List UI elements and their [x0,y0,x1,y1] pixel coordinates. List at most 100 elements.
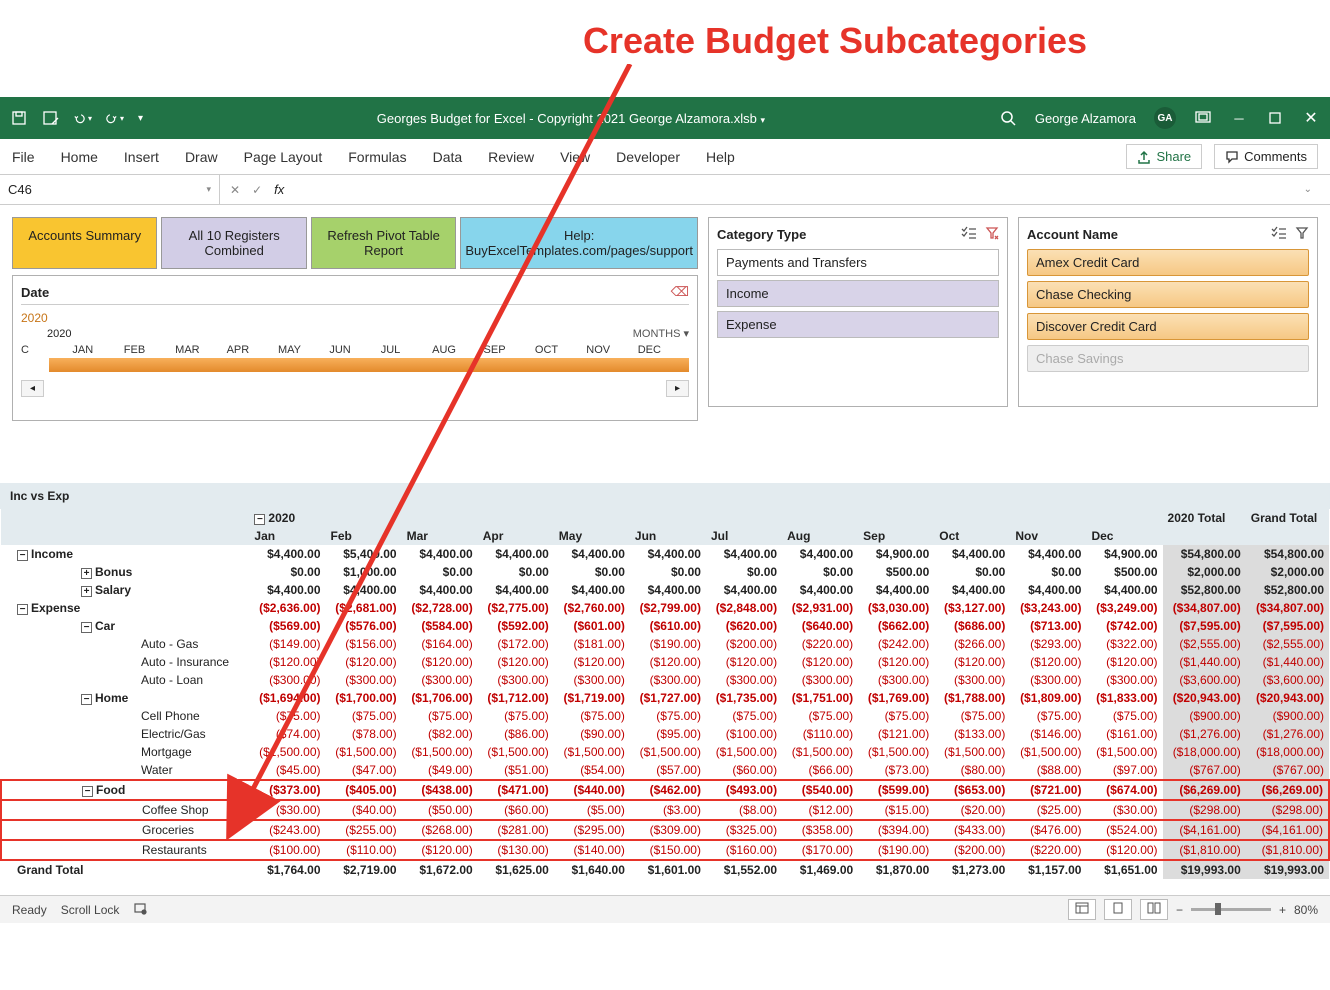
timeline-month[interactable]: DEC [638,344,689,356]
ribbon-tab-formulas[interactable]: Formulas [348,149,406,165]
minimize-icon[interactable]: ─ [1230,109,1248,127]
row-label[interactable]: −Food [1,780,249,800]
ribbon-tab-page-layout[interactable]: Page Layout [244,149,323,165]
redo-icon[interactable] [106,109,124,127]
expand-icon[interactable]: + [81,568,92,579]
ribbon-tab-help[interactable]: Help [706,149,735,165]
close-icon[interactable]: ✕ [1302,109,1320,127]
timeline-month[interactable]: OCT [535,344,586,356]
zoom-out-icon[interactable]: − [1176,903,1183,917]
timeline-month[interactable]: FEB [124,344,175,356]
timeline-month[interactable]: JUL [381,344,432,356]
row-label[interactable]: Auto - Insurance [1,653,249,671]
months-dropdown[interactable]: MONTHS ▾ [633,327,689,340]
ribbon-tab-draw[interactable]: Draw [185,149,218,165]
registers-button[interactable]: All 10 Registers Combined [161,217,306,269]
pivot-cell: ($268.00) [402,820,478,840]
timeline-month[interactable]: JUN [329,344,380,356]
clear-filter-icon[interactable] [985,226,999,243]
row-label[interactable]: Cell Phone [1,707,249,725]
row-label[interactable]: Auto - Loan [1,671,249,689]
undo-icon[interactable] [74,109,92,127]
ribbon-tab-data[interactable]: Data [433,149,463,165]
row-label[interactable]: −Expense [1,599,249,617]
ribbon-display-icon[interactable] [1194,109,1212,127]
row-label[interactable]: Mortgage [1,743,249,761]
multi-select-icon[interactable] [1271,226,1287,243]
page-layout-view-icon[interactable] [1104,899,1132,920]
row-label[interactable]: Electric/Gas [1,725,249,743]
multi-select-icon[interactable] [961,226,977,243]
timeline-month[interactable]: MAR [175,344,226,356]
fx-icon[interactable]: fx [274,182,284,197]
cancel-icon[interactable]: ✕ [230,183,240,197]
collapse-icon[interactable]: − [17,550,28,561]
accounts-summary-button[interactable]: Accounts Summary [12,217,157,269]
category-item[interactable]: Income [717,280,999,307]
clear-filter-icon[interactable]: ⌫ [671,284,689,300]
row-label[interactable]: Coffee Shop [1,800,249,820]
ribbon-tab-view[interactable]: View [560,149,590,165]
category-item[interactable]: Payments and Transfers [717,249,999,276]
collapse-icon[interactable]: − [81,694,92,705]
ribbon-tab-file[interactable]: File [12,149,35,165]
account-item[interactable]: Discover Credit Card [1027,313,1309,340]
account-item[interactable]: Chase Checking [1027,281,1309,308]
share-button[interactable]: Share [1126,144,1202,169]
collapse-icon[interactable]: − [82,786,93,797]
row-label[interactable]: Auto - Gas [1,635,249,653]
ribbon-tab-review[interactable]: Review [488,149,534,165]
row-label[interactable]: Groceries [1,820,249,840]
macro-record-icon[interactable] [133,901,147,918]
help-button[interactable]: Help: BuyExcelTemplates.com/pages/suppor… [460,217,698,269]
row-label[interactable]: +Bonus [1,563,249,581]
timeline-month[interactable]: JAN [72,344,123,356]
timeline-month[interactable]: C [21,344,72,356]
formula-input[interactable] [296,182,1291,197]
title-dropdown-icon[interactable]: ▾ [761,115,766,125]
clear-filter-icon[interactable] [1295,226,1309,243]
row-label[interactable]: Restaurants [1,840,249,860]
zoom-level[interactable]: 80% [1294,903,1318,917]
ribbon-tab-developer[interactable]: Developer [616,149,680,165]
timeline-month[interactable]: NOV [586,344,637,356]
row-label[interactable]: −Car [1,617,249,635]
row-label[interactable]: Water [1,761,249,780]
timeline-month[interactable]: MAY [278,344,329,356]
timeline-next-icon[interactable]: ▸ [666,380,689,397]
search-icon[interactable] [999,109,1017,127]
formula-expand-icon[interactable]: ⌄ [1304,184,1320,195]
maximize-icon[interactable] [1266,109,1284,127]
date-slicer[interactable]: Date ⌫ 2020 2020 MONTHS ▾ CJANFEBMARAPRM… [12,275,698,421]
autosave-icon[interactable] [42,109,60,127]
timeline-month[interactable]: SEP [484,344,535,356]
normal-view-icon[interactable] [1068,899,1096,920]
refresh-pivot-button[interactable]: Refresh Pivot Table Report [311,217,456,269]
year-group[interactable]: −2020 [249,509,1162,527]
row-label[interactable]: −Home [1,689,249,707]
collapse-icon[interactable]: − [17,604,28,615]
timeline-prev-icon[interactable]: ◂ [21,380,44,397]
category-item[interactable]: Expense [717,311,999,338]
page-break-view-icon[interactable] [1140,899,1168,920]
pivot-cell: ($674.00) [1086,780,1162,800]
account-item-disabled[interactable]: Chase Savings [1027,345,1309,372]
ribbon-tab-home[interactable]: Home [61,149,98,165]
zoom-in-icon[interactable]: + [1279,903,1286,917]
timeline-month[interactable]: AUG [432,344,483,356]
expand-icon[interactable]: + [81,586,92,597]
name-box[interactable]: C46 [0,175,220,204]
account-item[interactable]: Amex Credit Card [1027,249,1309,276]
timeline-month[interactable]: APR [227,344,278,356]
row-label[interactable]: +Salary [1,581,249,599]
comments-button[interactable]: Comments [1214,144,1318,169]
enter-icon[interactable]: ✓ [252,183,262,197]
zoom-slider[interactable] [1191,908,1271,911]
collapse-icon[interactable]: − [81,622,92,633]
row-label[interactable]: −Income [1,545,249,563]
save-icon[interactable] [10,109,28,127]
timeline-bar[interactable] [49,358,689,372]
collapse-icon[interactable]: − [254,514,265,525]
ribbon-tab-insert[interactable]: Insert [124,149,159,165]
avatar[interactable]: GA [1154,107,1176,129]
